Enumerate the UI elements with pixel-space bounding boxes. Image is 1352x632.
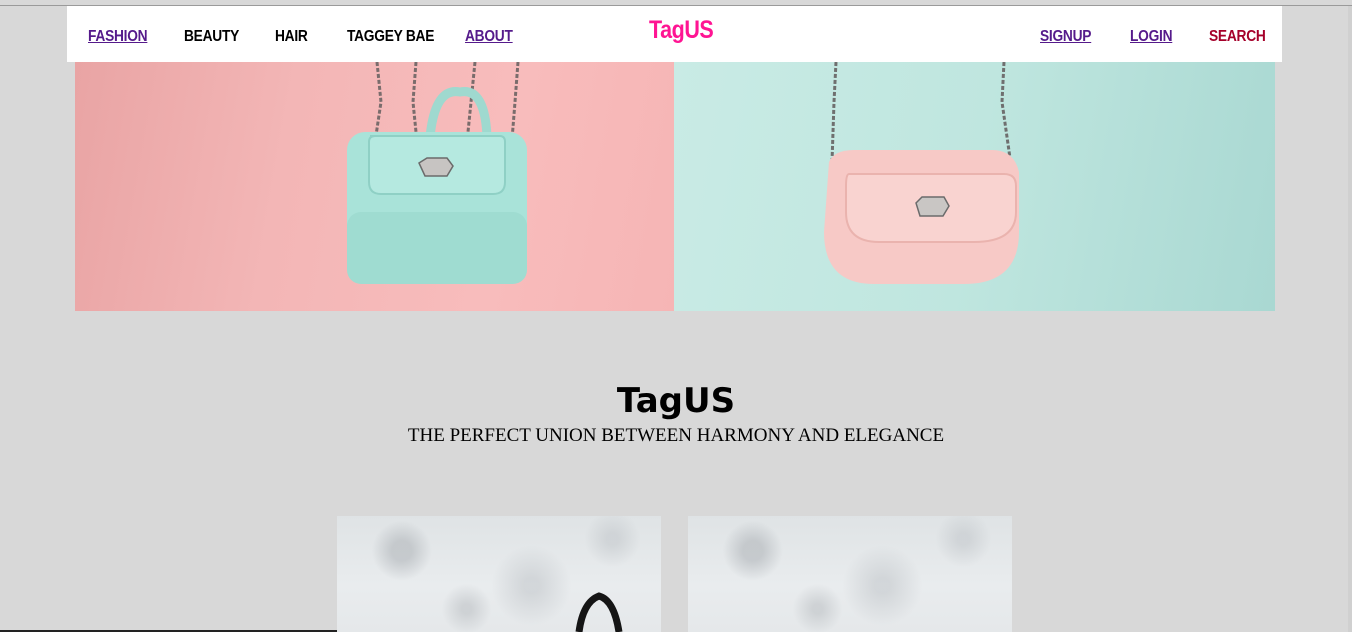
hero-image-pink-purse xyxy=(674,62,1275,311)
hero-image-mint-backpack xyxy=(75,62,674,311)
product-card-right[interactable] xyxy=(688,516,1012,632)
section-title: TagUS xyxy=(616,381,736,421)
bag-handle-image xyxy=(575,592,623,632)
brand-logo-link[interactable]: TagUS xyxy=(649,16,714,45)
nav-taggey-bae-link[interactable]: TAGGEY BAE xyxy=(347,28,434,46)
scrollbar[interactable] xyxy=(1348,6,1352,632)
nav-hair-link[interactable]: HAIR xyxy=(275,28,308,46)
nav-about-link[interactable]: ABOUT xyxy=(465,28,513,46)
mint-backpack-illustration xyxy=(347,62,527,284)
section-subtitle: THE PERFECT UNION BETWEEN HARMONY AND EL… xyxy=(407,425,945,446)
nav-login-link[interactable]: LOGIN xyxy=(1130,28,1173,46)
nav-signup-link[interactable]: SIGNUP xyxy=(1040,28,1091,46)
product-card-left[interactable] xyxy=(337,516,661,632)
nav-beauty-link[interactable]: BEAUTY xyxy=(184,28,239,46)
nav-search-link[interactable]: SEARCH xyxy=(1209,28,1266,46)
nav-fashion-link[interactable]: FASHION xyxy=(88,28,148,46)
top-navigation-bar: FASHION BEAUTY HAIR TAGGEY BAE ABOUT Tag… xyxy=(67,6,1282,62)
hero-banner xyxy=(75,62,1275,311)
pink-purse-illustration xyxy=(824,62,1019,284)
